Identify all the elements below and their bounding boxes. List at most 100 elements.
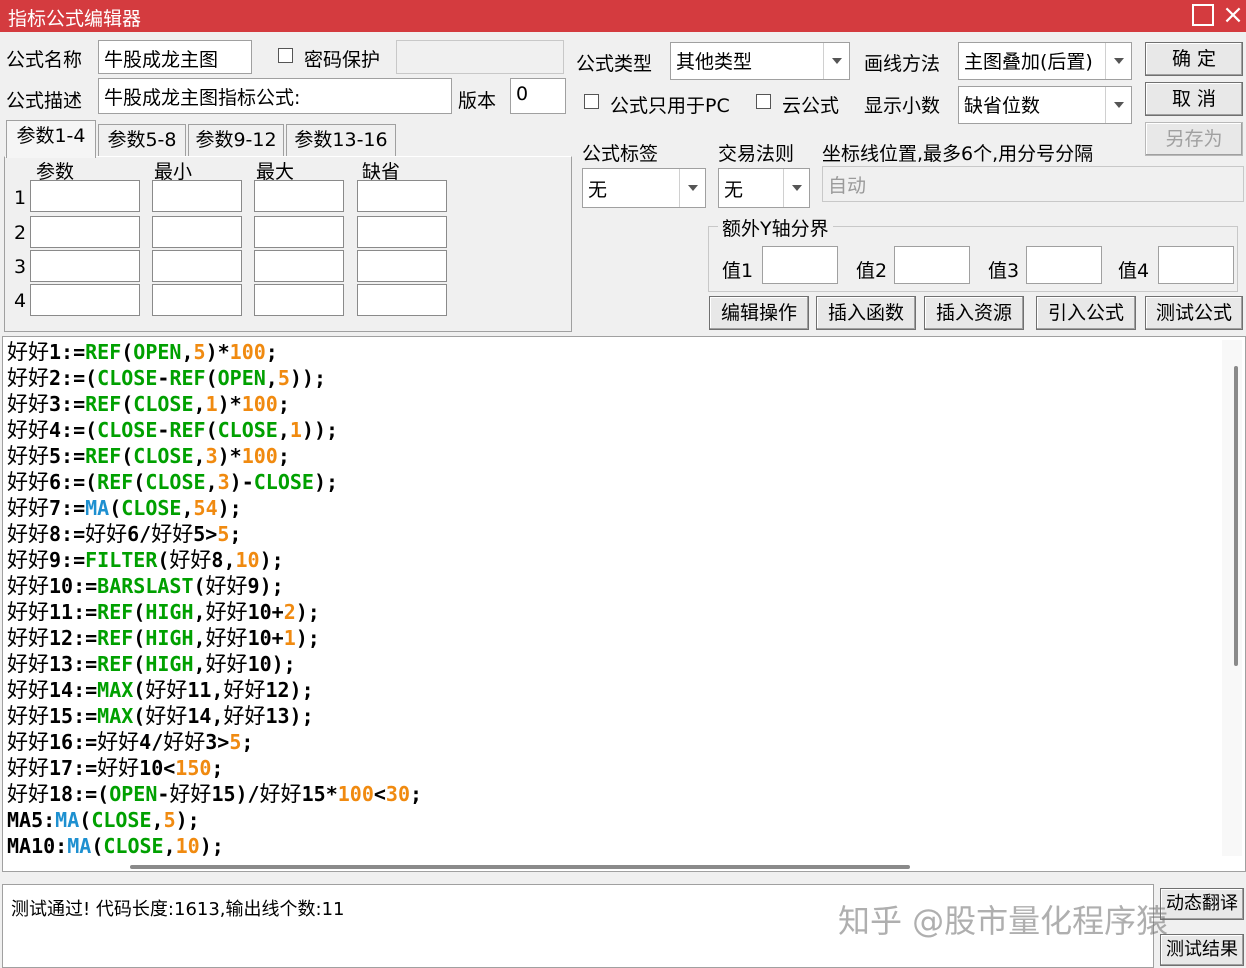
code-line: 好好12:=REF(HIGH,好好10+1); <box>7 625 320 651</box>
tab-params-5-8[interactable]: 参数5-8 <box>98 124 186 156</box>
param-name-input[interactable] <box>30 250 140 282</box>
code-token: 100 <box>241 392 278 416</box>
title-bar[interactable]: 指标公式编辑器 × <box>0 0 1246 32</box>
formula-name-input[interactable]: 牛股成龙主图 <box>98 40 252 74</box>
code-token: CLOSE <box>253 470 314 494</box>
formula-tag-select[interactable]: 无 <box>582 168 706 208</box>
trade-rule-select[interactable]: 无 <box>718 168 810 208</box>
code-token: 7:= <box>49 496 86 520</box>
code-line: MA5:MA(CLOSE,5); <box>7 807 200 833</box>
tab-params-9-12[interactable]: 参数9-12 <box>188 124 284 156</box>
code-token: 好好 <box>223 704 266 728</box>
code-token: , <box>193 652 206 676</box>
code-token: CLOSE <box>121 496 182 520</box>
param-name-input[interactable] <box>30 216 140 248</box>
code-token: 好好 <box>7 548 49 572</box>
code-token: ( <box>133 652 146 676</box>
y-value-4-input[interactable] <box>1158 246 1234 284</box>
code-token: 3> <box>205 730 230 754</box>
code-token: 15* <box>301 782 338 806</box>
chevron-down-icon[interactable] <box>1105 43 1131 79</box>
code-editor[interactable]: 好好1:=REF(OPEN,5)*100; 好好2:=(CLOSE-REF(OPE… <box>2 336 1246 872</box>
code-token: 好好 <box>205 652 248 676</box>
pc-only-checkbox[interactable] <box>584 94 599 109</box>
chevron-down-icon[interactable] <box>783 169 809 207</box>
param-min-input[interactable] <box>152 180 242 212</box>
draw-method-select[interactable]: 主图叠加(后置) <box>958 42 1132 80</box>
chevron-down-icon[interactable] <box>679 169 705 207</box>
ok-button[interactable]: 确 定 <box>1145 42 1243 76</box>
param-default-input[interactable] <box>357 180 447 212</box>
code-token: 6/ <box>127 522 152 546</box>
horizontal-scrollbar-thumb[interactable] <box>130 865 910 869</box>
test-result-button[interactable]: 测试结果 <box>1160 934 1244 966</box>
cancel-button[interactable]: 取 消 <box>1145 82 1243 116</box>
insert-function-button[interactable]: 插入函数 <box>816 296 916 330</box>
code-token: 14, <box>187 704 224 728</box>
code-token: 2 <box>283 600 296 624</box>
tab-params-1-4[interactable]: 参数1-4 <box>6 120 96 158</box>
param-max-input[interactable] <box>254 284 344 316</box>
param-default-input[interactable] <box>357 216 447 248</box>
formula-type-select[interactable]: 其他类型 <box>670 42 850 80</box>
import-formula-button[interactable]: 引入公式 <box>1036 296 1136 330</box>
code-token: ); <box>175 808 200 832</box>
code-token: ( <box>79 808 92 832</box>
cloud-checkbox[interactable] <box>756 94 771 109</box>
chevron-down-icon[interactable] <box>823 43 849 79</box>
code-token: 13); <box>265 704 314 728</box>
vertical-scrollbar-thumb[interactable] <box>1234 366 1238 666</box>
trade-rule-label: 交易法则 <box>718 143 795 165</box>
close-button[interactable]: × <box>1222 0 1244 30</box>
code-token: 100 <box>229 340 266 364</box>
param-name-input[interactable] <box>30 284 140 316</box>
param-max-input[interactable] <box>254 180 344 212</box>
param-min-input[interactable] <box>152 284 242 316</box>
test-formula-button[interactable]: 测试公式 <box>1145 296 1243 330</box>
param-name-input[interactable] <box>30 180 140 212</box>
param-min-input[interactable] <box>152 250 242 282</box>
code-token: , <box>181 340 194 364</box>
code-token: REF <box>85 340 122 364</box>
formula-desc-input[interactable]: 牛股成龙主图指标公式: <box>98 78 452 114</box>
code-token: 好好 <box>7 340 49 364</box>
code-line: 好好3:=REF(CLOSE,1)*100; <box>7 391 290 417</box>
param-max-input[interactable] <box>254 216 344 248</box>
coord-line-input[interactable]: 自动 <box>822 166 1244 202</box>
param-min-input[interactable] <box>152 216 242 248</box>
code-token: 好好 <box>85 522 128 546</box>
version-input[interactable]: 0 <box>510 78 566 114</box>
code-token: MAX <box>97 704 134 728</box>
tab-params-13-16[interactable]: 参数13-16 <box>286 124 396 156</box>
code-token: ( <box>121 340 134 364</box>
insert-resource-button[interactable]: 插入资源 <box>924 296 1024 330</box>
code-token: CLOSE <box>145 470 206 494</box>
param-default-input[interactable] <box>357 250 447 282</box>
param-default-input[interactable] <box>357 284 447 316</box>
maximize-button[interactable] <box>1192 4 1214 26</box>
code-token: ; <box>410 782 423 806</box>
code-token: ( <box>133 470 146 494</box>
chevron-down-icon[interactable] <box>1105 87 1131 123</box>
save-as-button[interactable]: 另存为 <box>1145 122 1243 156</box>
code-token: 好好 <box>97 730 140 754</box>
vertical-scrollbar[interactable] <box>1222 340 1242 856</box>
y-value-3-input[interactable] <box>1026 246 1102 284</box>
watermark: 知乎 @股市量化程序猿 <box>838 902 1169 940</box>
code-token: 10< <box>139 756 176 780</box>
decimals-select[interactable]: 缺省位数 <box>958 86 1132 124</box>
y-value-2-input[interactable] <box>894 246 970 284</box>
code-token: 16:= <box>49 730 98 754</box>
code-token: HIGH <box>145 626 194 650</box>
dynamic-translate-button[interactable]: 动态翻译 <box>1160 888 1244 920</box>
password-checkbox[interactable] <box>278 48 293 63</box>
code-token: , <box>193 600 206 624</box>
code-token: ); <box>295 626 320 650</box>
y-value-1-input[interactable] <box>762 246 838 284</box>
code-token: 11:= <box>49 600 98 624</box>
code-token: 10); <box>247 652 296 676</box>
password-input[interactable] <box>396 40 564 74</box>
param-max-input[interactable] <box>254 250 344 282</box>
edit-operations-button[interactable]: 编辑操作 <box>709 296 809 330</box>
code-token: 15:= <box>49 704 98 728</box>
